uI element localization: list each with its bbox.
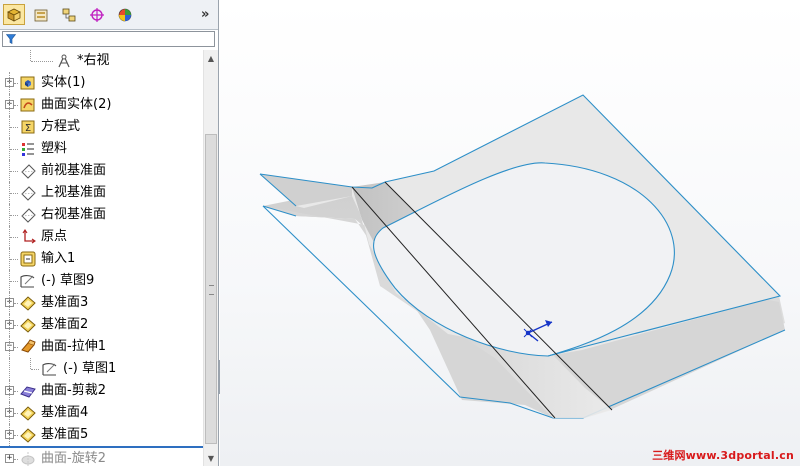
feature-manager-icon [7, 8, 21, 22]
tree-item-label: (-) 草图9 [41, 273, 95, 288]
tree-item-label: 曲面-旋转2 [41, 451, 106, 466]
sketch-icon [41, 360, 59, 378]
tree-item[interactable]: (-) 草图9 [0, 270, 203, 292]
surface-extrude-icon [19, 338, 37, 356]
tree-item[interactable]: + 曲面实体(2) [0, 94, 203, 116]
display-manager-tab[interactable] [114, 4, 136, 25]
tree-item[interactable]: (-) 草图1 [0, 358, 203, 380]
manager-tab-bar: » [0, 0, 218, 30]
material-icon [19, 140, 37, 158]
tree-item-label: 上视基准面 [41, 185, 107, 200]
tree-item-label: 右视基准面 [41, 207, 107, 222]
tree-item-label: 曲面-剪裁2 [41, 383, 106, 398]
dimxpert-manager-tab[interactable] [86, 4, 108, 25]
tree-item-label: 基准面5 [41, 427, 89, 442]
named-view-icon [55, 52, 73, 70]
tree-item-label: 塑料 [41, 141, 68, 156]
tree-item[interactable]: 上视基准面 [0, 182, 203, 204]
property-manager-tab[interactable] [30, 4, 52, 25]
equations-icon: Σ [19, 118, 37, 136]
plane-icon [19, 162, 37, 180]
tree-item[interactable]: 前视基准面 [0, 160, 203, 182]
tree-item[interactable]: *右视 [0, 50, 203, 72]
tree-item-label: 原点 [41, 229, 68, 244]
tree-item-label: 曲面-拉伸1 [41, 339, 106, 354]
scroll-thumb[interactable] [205, 134, 217, 444]
configuration-manager-icon [62, 8, 76, 21]
tree-item-label: 前视基准面 [41, 163, 107, 178]
filter-icon [6, 34, 16, 44]
tree-item[interactable]: 原点 [0, 226, 203, 248]
tree-item-label: 实体(1) [41, 75, 86, 90]
scroll-down-arrow-icon[interactable]: ▼ [204, 450, 218, 466]
tree-filter-field[interactable] [2, 31, 215, 47]
tree-item-label: 基准面4 [41, 405, 89, 420]
scroll-up-arrow-icon[interactable]: ▲ [204, 50, 218, 66]
ref-plane-icon [19, 426, 37, 444]
feature-manager-panel: » *右视 + 实体(1) + 曲面实体(2) Σ 方程式 塑料 前视基准面 上视基准面 右视基准面… [0, 0, 219, 466]
ref-plane-icon [19, 404, 37, 422]
tree-item[interactable]: 输入1 [0, 248, 203, 270]
tree-item[interactable]: + 基准面4 [0, 402, 203, 424]
tree-item[interactable]: + 基准面2 [0, 314, 203, 336]
configuration-manager-tab[interactable] [58, 4, 80, 25]
tree-item[interactable]: + 曲面-旋转2 [0, 446, 203, 466]
tree-item-label: 方程式 [41, 119, 81, 134]
feature-tree: *右视 + 实体(1) + 曲面实体(2) Σ 方程式 塑料 前视基准面 上视基准面 右视基准面 原点… [0, 50, 203, 466]
tree-item-label: *右视 [77, 53, 110, 68]
plane-icon [19, 184, 37, 202]
sketch-icon [19, 272, 37, 290]
tree-item-label: 基准面2 [41, 317, 89, 332]
dimxpert-manager-icon [90, 7, 104, 22]
tree-item-label: 输入1 [41, 251, 76, 266]
graphics-viewport[interactable]: 三维网www.3dportal.cn [220, 0, 800, 466]
solid-bodies-folder-icon [19, 74, 37, 92]
tree-item[interactable]: + 曲面-剪裁2 [0, 380, 203, 402]
property-manager-icon [34, 9, 48, 21]
tree-item[interactable]: + 实体(1) [0, 72, 203, 94]
tree-item[interactable]: Σ 方程式 [0, 116, 203, 138]
tree-item[interactable]: + 基准面5 [0, 424, 203, 446]
more-tabs-chevron[interactable]: » [201, 7, 209, 22]
tree-item-label: 曲面实体(2) [41, 97, 112, 112]
plane-icon [19, 206, 37, 224]
tree-scrollbar[interactable]: ▲ ▼ [203, 50, 218, 466]
origin-icon [19, 228, 37, 246]
ref-plane-icon [19, 294, 37, 312]
watermark: 三维网www.3dportal.cn [652, 449, 794, 462]
expand-icon[interactable]: + [5, 454, 14, 463]
tree-item[interactable]: 塑料 [0, 138, 203, 160]
upper-surface[interactable] [259, 94, 782, 419]
feature-manager-tab[interactable] [3, 4, 25, 25]
surface-revolve-icon [19, 450, 37, 466]
tree-item-label: 基准面3 [41, 295, 89, 310]
tree-item-label: (-) 草图1 [63, 361, 117, 376]
svg-text:Σ: Σ [25, 123, 31, 134]
tree-item[interactable]: + 基准面3 [0, 292, 203, 314]
ref-plane-icon [19, 316, 37, 334]
surface-bodies-folder-icon [19, 96, 37, 114]
tree-item[interactable]: − 曲面-拉伸1 [0, 336, 203, 358]
imported-feature-icon [19, 250, 37, 268]
display-manager-icon [118, 8, 132, 21]
model-surfaces [259, 94, 786, 419]
tree-item[interactable]: 右视基准面 [0, 204, 203, 226]
surface-trim-icon [19, 382, 37, 400]
